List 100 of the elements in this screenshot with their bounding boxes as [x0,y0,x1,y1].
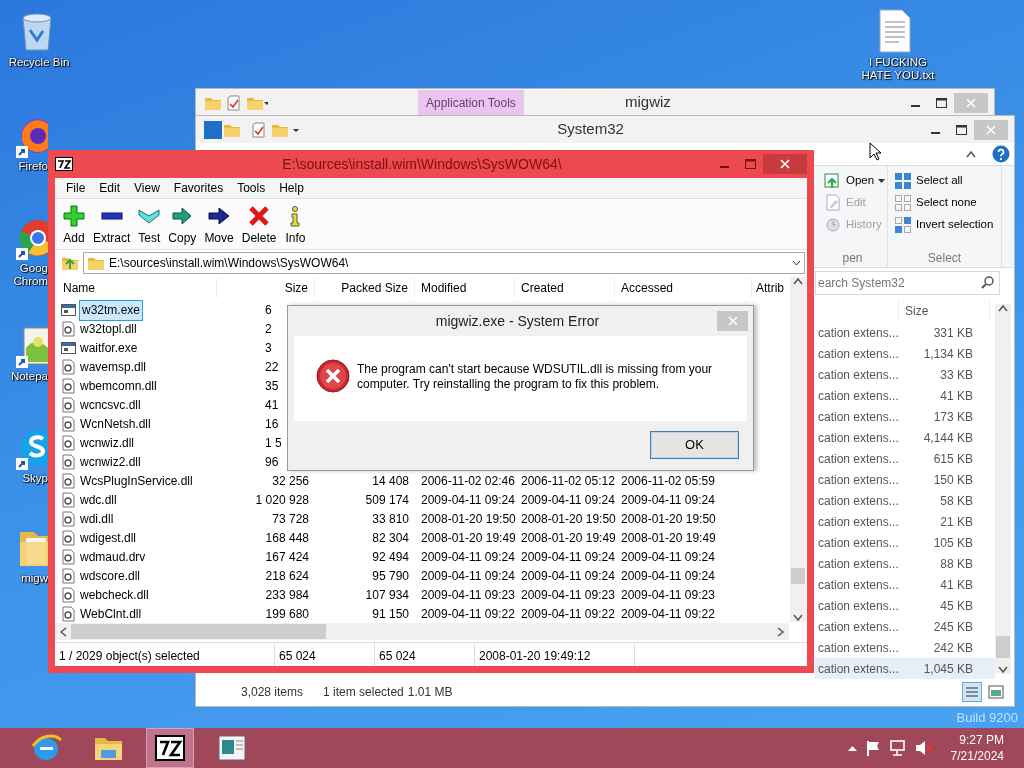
file-row[interactable]: cation extens... 150 KB [815,469,995,490]
column-header[interactable]: Accessed [615,278,752,298]
file-row[interactable]: cation extens... 615 KB [815,448,995,469]
flag-icon[interactable] [864,740,881,756]
scroll-right-icon[interactable] [777,626,785,637]
scroll-down-icon[interactable] [998,666,1008,674]
network-icon[interactable] [888,740,907,756]
address-field[interactable]: E:\sources\install.wim\Windows\SysWOW64\ [83,252,805,275]
library-icon [61,321,76,338]
column-header[interactable]: Created [515,278,615,298]
muted-speaker-icon[interactable] [914,740,933,756]
menu-item[interactable]: File [59,178,93,197]
file-name[interactable]: wdmaud.drv [80,547,146,567]
scroll-left-icon[interactable] [59,626,67,637]
file-name[interactable]: w32tm.exe [80,300,143,320]
file-row[interactable]: cation extens... 88 KB [815,553,995,574]
toolbar-button[interactable]: Copy [164,202,201,249]
search-field[interactable]: earch System32 [815,271,1000,295]
clock[interactable]: 9:27 PM 7/21/2024 [950,732,1004,764]
file-name[interactable]: wcncsvc.dll [80,395,141,415]
file-row[interactable]: cation extens... 41 KB [815,574,995,595]
taskbar-button[interactable] [146,728,194,768]
collapse-ribbon-icon[interactable] [966,150,976,158]
table-cell-text: 107 934 [364,586,410,604]
file-name[interactable]: wavemsp.dll [80,357,147,377]
toolbar-button[interactable]: Extract [89,202,135,249]
table-cell-text: 2009-04-11 09:23 [520,586,615,604]
toolbar-button[interactable]: Test [134,202,165,249]
scroll-thumb[interactable] [996,636,1010,658]
file-row[interactable]: cation extens... 33 KB [815,364,995,385]
arrow-icon [208,204,231,227]
file-name[interactable]: wcnwiz.dll [80,433,134,453]
toolbar-button[interactable]: Delete [237,202,281,249]
file-row[interactable]: cation extens... 1,045 KB [815,658,995,679]
ribbon-button[interactable]: Open [824,170,886,192]
file-row[interactable]: cation extens... 1,134 KB [815,343,995,364]
column-header[interactable]: Name [57,278,217,298]
menu-item[interactable]: Favorites [166,178,231,197]
file-name[interactable]: wdi.dll [80,509,114,529]
file-row[interactable]: cation extens... 41 KB [815,385,995,406]
icon-label: HATE YOU.txt [861,69,935,82]
toolbar-button[interactable]: Add [59,202,89,249]
scrollbar[interactable] [790,276,806,622]
contextual-tab[interactable]: Application Tools [418,90,524,116]
file-name[interactable]: wbemcomn.dll [80,376,157,396]
file-name[interactable]: wdigest.dll [80,528,137,548]
tray-expand-icon[interactable] [847,745,857,751]
file-name[interactable]: WcnNetsh.dll [80,414,151,434]
scroll-thumb[interactable] [791,567,805,584]
menu-item[interactable]: Help [272,178,311,197]
program-icon [61,302,76,319]
scrollbar[interactable] [995,304,1011,674]
details-view-icon[interactable] [962,682,982,702]
menu-item[interactable]: Tools [230,178,273,197]
file-row[interactable]: cation extens... 58 KB [815,490,995,511]
column-header[interactable]: Size [217,278,315,298]
file-name[interactable]: webcheck.dll [80,585,149,605]
scroll-down-icon[interactable] [793,613,803,622]
ok-button[interactable]: OK [650,431,739,459]
file-name[interactable]: waitfor.exe [80,338,138,358]
tiles-view-icon[interactable] [986,682,1006,702]
scrollbar[interactable] [55,623,789,640]
file-row[interactable]: cation extens... 242 KB [815,637,995,658]
column-header[interactable]: Modified [415,278,515,298]
status-text: 1 item selected [323,684,404,701]
file-name[interactable]: WcsPlugInService.dll [80,471,193,491]
close-button[interactable] [763,154,807,174]
file-row[interactable]: cation extens... 45 KB [815,595,995,616]
status-text: 65 024 [375,643,475,666]
scroll-thumb[interactable] [71,624,326,639]
select-all-icon [894,172,912,190]
ribbon-button[interactable]: Select all [894,170,963,192]
column-header[interactable]: Attrib [752,278,789,298]
edit-icon [824,194,842,212]
file-name[interactable]: w32topl.dll [80,319,137,339]
file-name[interactable]: WebClnt.dll [80,604,142,624]
file-row[interactable]: cation extens... 21 KB [815,511,995,532]
icon-label: I FUCKING [868,56,928,69]
file-row[interactable]: cation extens... 4,144 KB [815,427,995,448]
menu-item[interactable]: View [127,178,167,197]
table-cell-text: 199 680 [264,605,310,623]
menu-item[interactable]: Edit [92,178,128,197]
file-row[interactable]: cation extens... 331 KB [815,322,995,343]
column-header[interactable]: Size [898,300,990,322]
table-cell-text: 2008-01-20 19:50 [420,510,515,528]
scroll-up-icon[interactable] [793,276,803,285]
toolbar-button[interactable]: Move [200,202,238,249]
file-name[interactable]: wdc.dll [80,490,117,510]
help-icon[interactable] [992,145,1010,163]
file-name[interactable]: wdscore.dll [80,566,141,586]
file-row[interactable]: cation extens... 245 KB [815,616,995,637]
toolbar-button[interactable]: Info [280,202,311,249]
column-header[interactable]: Packed Size [315,278,415,298]
table-cell-text: 2006-11-02 05:59 [620,472,716,490]
ribbon-button[interactable]: Select none [894,192,977,214]
file-row[interactable]: cation extens... 105 KB [815,532,995,553]
file-row[interactable]: cation extens... 173 KB [815,406,995,427]
ribbon-button[interactable]: Invert selection [894,214,994,236]
file-name[interactable]: wcnwiz2.dll [80,452,141,472]
scroll-up-icon[interactable] [998,304,1008,312]
